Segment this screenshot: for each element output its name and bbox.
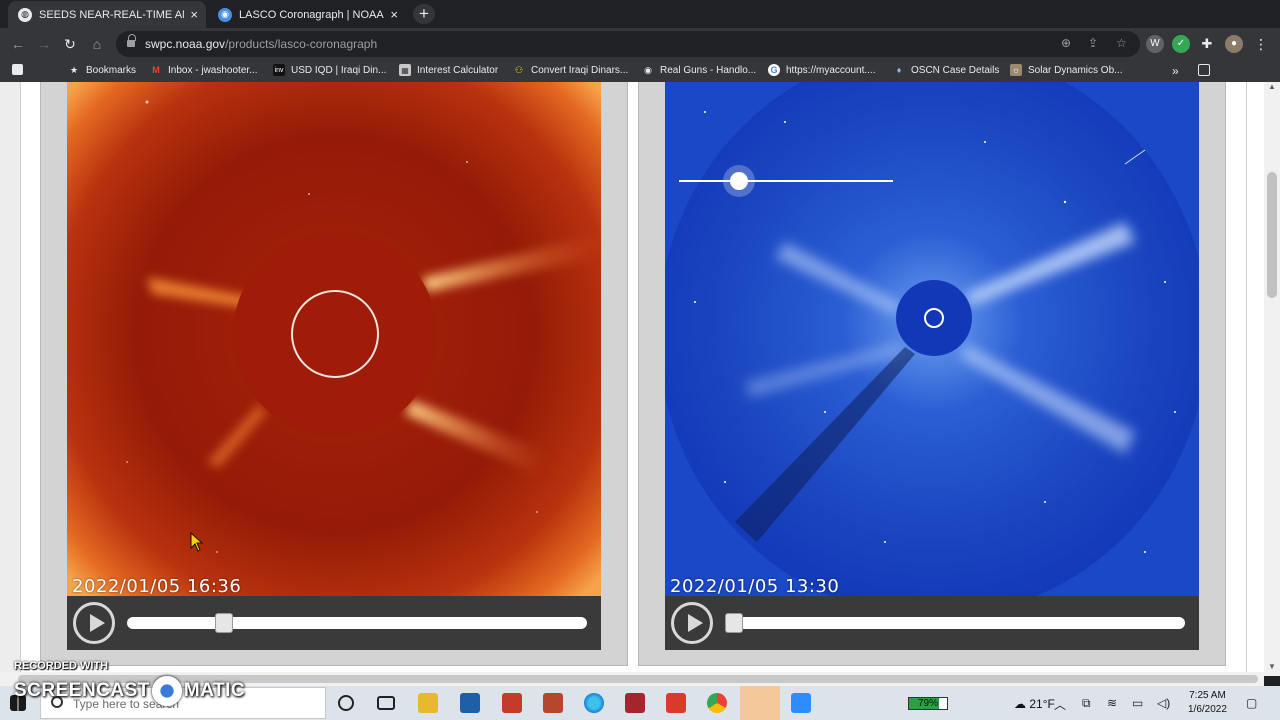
taskbar-search-input[interactable]: Type here to search: [40, 687, 326, 719]
oscn-icon: ♦: [896, 65, 902, 75]
c3-controls: [665, 596, 1199, 650]
volume-icon[interactable]: ◁): [1157, 696, 1170, 710]
windows-start-icon[interactable]: [10, 695, 26, 711]
share-icon[interactable]: ⇪: [1088, 36, 1098, 50]
bookmark-item[interactable]: ⚇ Convert Iraqi Dinars...: [513, 64, 628, 76]
profile-avatar[interactable]: ●: [1225, 35, 1243, 53]
back-icon[interactable]: ←: [8, 34, 28, 54]
google-icon: G: [768, 64, 780, 76]
c3-timeline-slider[interactable]: [725, 617, 1185, 629]
bookmark-star-icon[interactable]: ☆: [1116, 36, 1127, 50]
reload-icon[interactable]: ↻: [60, 34, 80, 54]
app-s-icon[interactable]: [666, 693, 686, 713]
file-explorer-icon[interactable]: [418, 693, 438, 713]
star-icon: ★: [69, 64, 79, 75]
wifi-icon[interactable]: ≋: [1107, 696, 1117, 710]
extension-check-icon[interactable]: ✓: [1172, 35, 1190, 53]
extension-w-icon[interactable]: W: [1146, 35, 1164, 53]
globe-icon: ◍: [18, 7, 32, 22]
weather-widget[interactable]: ☁ 21°F: [1014, 697, 1055, 711]
bookmark-item[interactable]: ◉ Real Guns - Handlo...: [642, 64, 756, 76]
bookmarks-bar: ★ Bookmarks M Inbox - jwashooter... inv USD…: [0, 60, 1280, 82]
edge-icon[interactable]: [584, 693, 604, 713]
bookmark-item[interactable]: ☼ Solar Dynamics Ob...: [1010, 64, 1122, 76]
tab-title: LASCO Coronagraph | NOAA / N: [239, 8, 385, 21]
access-icon[interactable]: [625, 693, 645, 713]
bookmark-item[interactable]: ★ Bookmarks: [68, 64, 136, 76]
sdo-icon: ☼: [1010, 64, 1022, 76]
forward-icon[interactable]: →: [34, 34, 54, 54]
zoom-icon[interactable]: ⊕: [1061, 36, 1071, 50]
weather-icon: ☁: [1014, 697, 1030, 711]
search-icon: [51, 696, 63, 708]
c2-play-button[interactable]: [73, 602, 115, 644]
bookmark-item[interactable]: ♦ OSCN Case Details: [893, 64, 1000, 76]
task-view-icon[interactable]: [377, 696, 395, 710]
c3-timestamp: 2022/01/05 13:30: [670, 576, 840, 596]
bookmark-item[interactable]: M Inbox - jwashooter...: [150, 64, 257, 76]
apps-icon[interactable]: [12, 64, 29, 75]
c2-timeline-slider[interactable]: [127, 617, 587, 629]
windows-taskbar: Type here to search 79% ☁ 21°F ︿ ⧉ ≋ ▭ ◁…: [0, 686, 1280, 720]
convert-icon: ⚇: [514, 64, 524, 75]
new-tab-button[interactable]: +: [413, 4, 435, 24]
close-icon[interactable]: ×: [190, 7, 198, 22]
c2-controls: [67, 596, 601, 650]
lock-icon: [127, 34, 136, 48]
scrollbar-thumb[interactable]: [18, 675, 1258, 683]
reader-icon[interactable]: [543, 693, 563, 713]
url-text[interactable]: swpc.noaa.gov/products/lasco-coronagraph: [145, 37, 377, 51]
c2-coronagraph-image: 2022/01/05 16:36: [67, 82, 601, 596]
menu-icon[interactable]: ⋮: [1252, 35, 1270, 53]
store-icon[interactable]: [460, 693, 480, 713]
screen: ◍ SEEDS NEAR-REAL-TIME AND BE × ◉ LASCO …: [0, 0, 1280, 720]
more-bookmarks-icon[interactable]: »: [1172, 64, 1179, 78]
bookmark-item[interactable]: inv USD IQD | Iraqi Din...: [273, 64, 386, 76]
c3-slider-thumb[interactable]: [725, 613, 743, 633]
tray-app-icon[interactable]: ⧉: [1082, 696, 1091, 711]
c2-slider-thumb[interactable]: [215, 613, 234, 633]
tab-lasco[interactable]: ◉ LASCO Coronagraph | NOAA / N ×: [208, 1, 406, 28]
mouse-cursor-icon: [190, 532, 204, 552]
scroll-up-icon[interactable]: ▲: [1264, 82, 1280, 94]
noaa-icon: ◉: [218, 7, 232, 22]
system-clock[interactable]: 7:25 AM 1/6/2022: [1188, 689, 1227, 717]
home-icon[interactable]: ⌂: [87, 34, 107, 54]
extensions-puzzle-icon[interactable]: ✚: [1198, 35, 1216, 53]
zoom-app-icon[interactable]: [791, 693, 811, 713]
notifications-icon[interactable]: ▢: [1246, 696, 1257, 710]
browser-toolbar: ← → ↻ ⌂ swpc.noaa.gov/products/lasco-cor…: [0, 28, 1280, 60]
scroll-down-icon[interactable]: ▼: [1264, 662, 1280, 674]
screencast-taskbar-button[interactable]: [740, 686, 780, 720]
mail-icon[interactable]: [502, 693, 522, 713]
close-icon[interactable]: ×: [390, 7, 398, 22]
c2-timestamp: 2022/01/05 16:36: [72, 576, 242, 596]
tab-seeds[interactable]: ◍ SEEDS NEAR-REAL-TIME AND BE ×: [8, 1, 206, 28]
inv-icon: inv: [273, 64, 285, 76]
address-bar[interactable]: swpc.noaa.gov/products/lasco-coronagraph…: [116, 31, 1140, 57]
gun-icon: ◉: [644, 64, 652, 75]
battery-icon[interactable]: ▭: [1132, 696, 1143, 710]
gmail-icon: M: [152, 65, 160, 75]
scrollbar-thumb[interactable]: [1267, 172, 1277, 298]
bookmark-item[interactable]: Ghttps://myaccount....: [768, 64, 875, 76]
page-content: 2022/01/05 16:36 2022/01/05 13:30: [0, 82, 1280, 676]
vertical-scrollbar[interactable]: ▲ ▼: [1264, 82, 1280, 676]
c3-coronagraph-image: 2022/01/05 13:30: [665, 82, 1199, 596]
reading-list-icon[interactable]: [1198, 64, 1216, 76]
tab-title: SEEDS NEAR-REAL-TIME AND BE: [39, 8, 184, 21]
tab-bar: ◍ SEEDS NEAR-REAL-TIME AND BE × ◉ LASCO …: [0, 0, 1280, 28]
c3-play-button[interactable]: [671, 602, 713, 644]
battery-indicator[interactable]: 79%: [908, 697, 948, 710]
bookmark-item[interactable]: ▦ Interest Calculator: [399, 64, 498, 76]
chrome-icon[interactable]: [707, 693, 727, 713]
calculator-icon: ▦: [399, 64, 411, 76]
tray-chevron-icon[interactable]: ︿: [1054, 696, 1066, 713]
cortana-icon[interactable]: [338, 695, 354, 711]
horizontal-scrollbar[interactable]: [0, 672, 1264, 686]
